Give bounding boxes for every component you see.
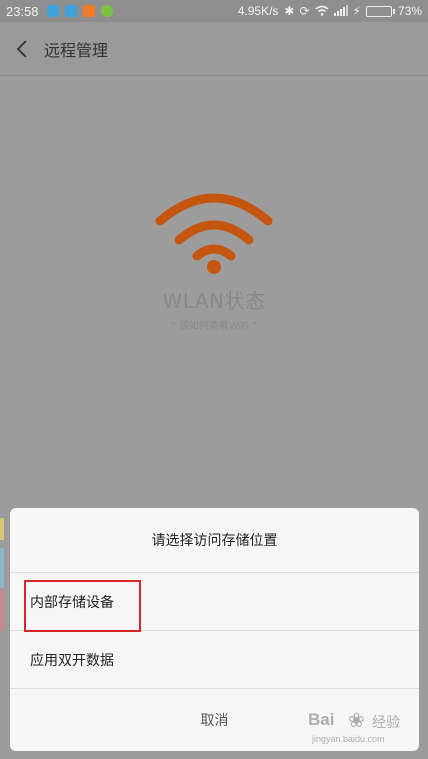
wlan-status-title: WLAN状态: [162, 289, 266, 313]
option-internal-storage[interactable]: 内部存储设备: [10, 573, 419, 632]
watermark-tail: 经验: [372, 715, 400, 731]
status-time: 23:58: [6, 3, 39, 19]
baidu-watermark: Bai ❀ 经验 jingyan.baidu.com: [308, 708, 418, 750]
paw-icon: ❀: [348, 708, 365, 732]
notification-app-icon: [64, 5, 77, 17]
side-edge-strip: [0, 548, 4, 588]
page-title: 远程管理: [44, 40, 109, 60]
rotation-icon: ⟳: [299, 4, 310, 18]
status-bar: 23:58 4.95K/s ✱ ⟳ ⚡ 73%: [0, 0, 428, 22]
network-speed: 4.95K/s: [237, 4, 279, 18]
chevron-left-icon[interactable]: [0, 22, 44, 76]
android-notification-icon: [100, 5, 113, 17]
option-label: 应用双开数据: [30, 652, 114, 669]
signal-icon: [333, 4, 348, 18]
wlan-status-subtitle: " 该如何查看WiFi ": [171, 321, 257, 332]
dialog-title: 请选择访问存储位置: [10, 508, 419, 573]
bluetooth-icon: ✱: [284, 4, 295, 18]
wifi-icon: [155, 193, 273, 274]
notification-app-icon: [46, 5, 59, 17]
battery-percent: 73%: [397, 4, 422, 18]
watermark-text: Bai: [308, 710, 335, 729]
title-bar: 远程管理: [0, 22, 428, 76]
side-edge-strip: [0, 518, 4, 540]
wifi-icon: [315, 5, 329, 18]
notification-app-icon: [82, 5, 95, 17]
option-dual-app-data[interactable]: 应用双开数据: [10, 631, 419, 689]
charging-icon: ⚡: [352, 4, 361, 18]
option-label: 内部存储设备: [30, 594, 114, 611]
watermark-url: jingyan.baidu.com: [312, 734, 385, 744]
battery-icon: [365, 5, 395, 17]
side-edge-strip: [0, 590, 4, 630]
